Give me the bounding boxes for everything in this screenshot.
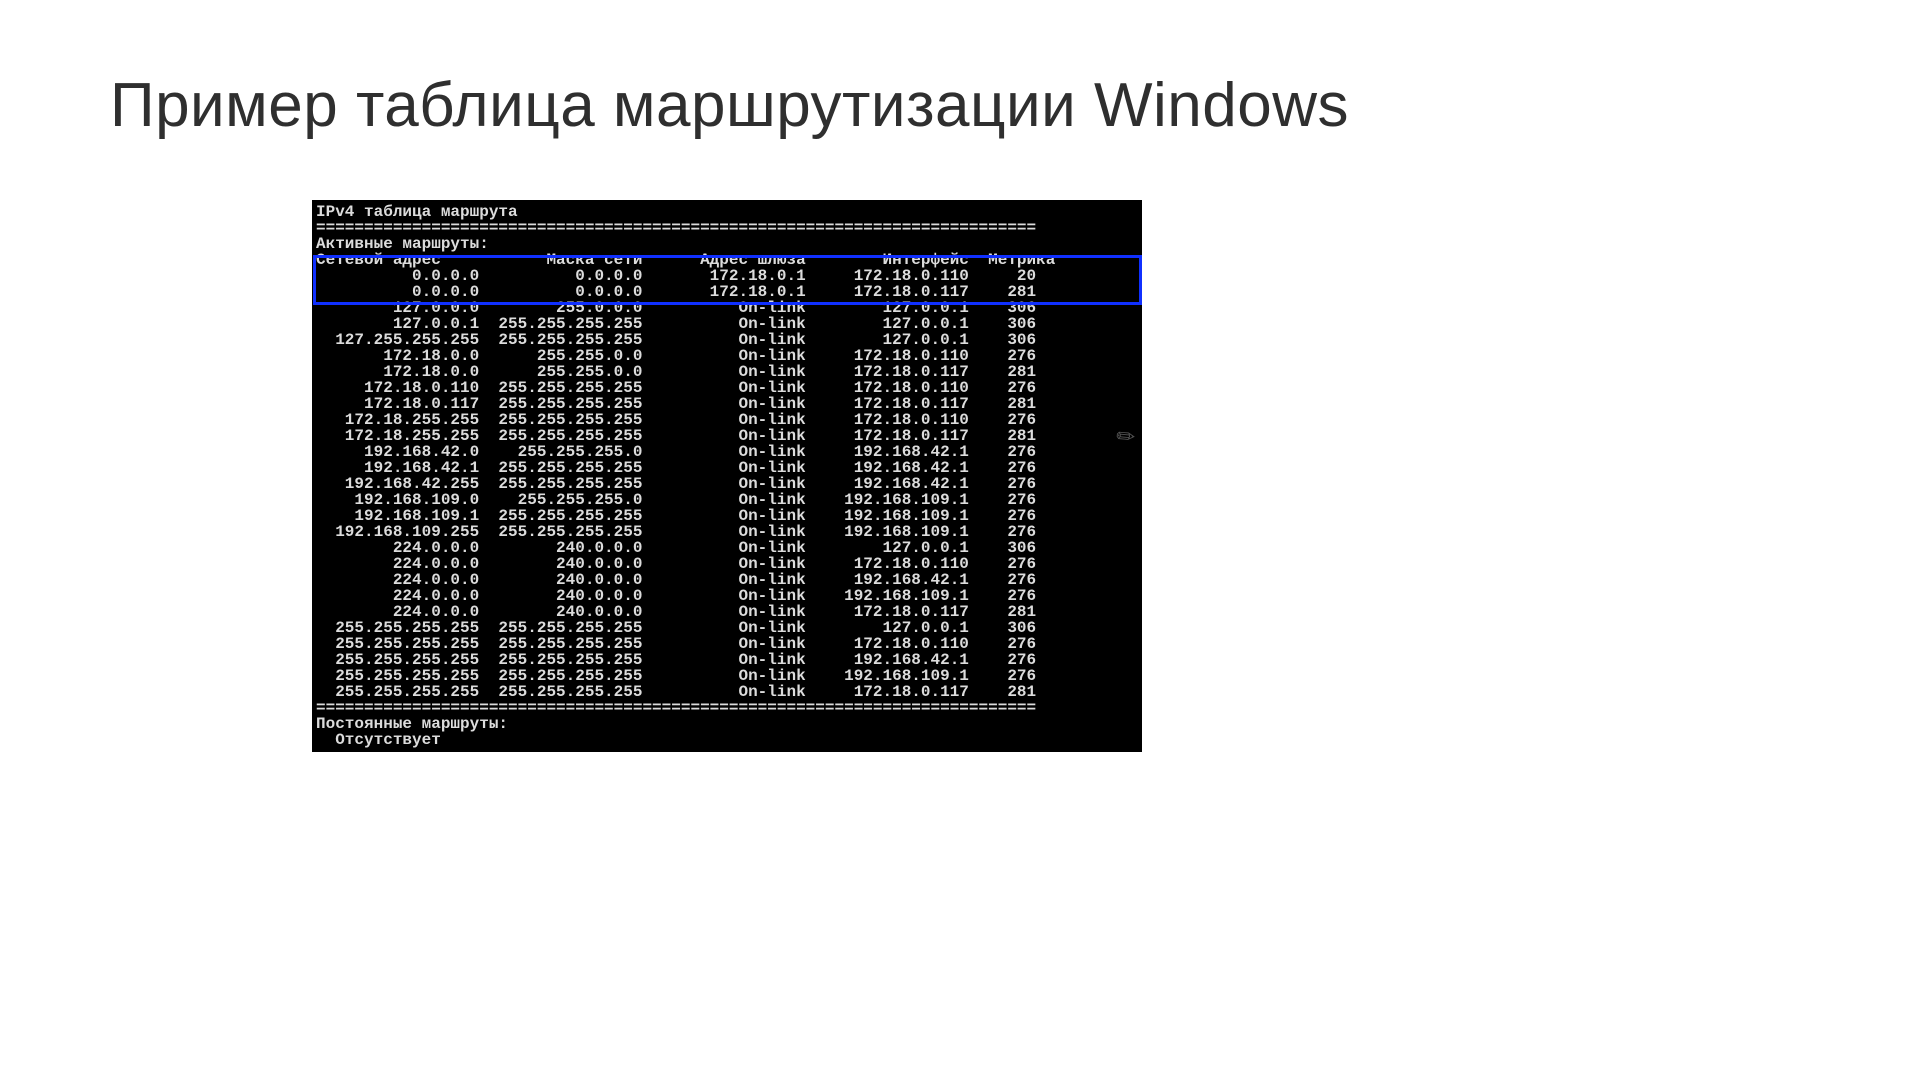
table-row: 127.255.255.255 255.255.255.255 On-link … — [316, 332, 1136, 348]
table-row: 192.168.42.1 255.255.255.255 On-link 192… — [316, 460, 1136, 476]
table-row: 224.0.0.0 240.0.0.0 On-link 127.0.0.1 30… — [316, 540, 1136, 556]
table-row: 172.18.0.110 255.255.255.255 On-link 172… — [316, 380, 1136, 396]
table-row: 0.0.0.0 0.0.0.0 172.18.0.1 172.18.0.110 … — [316, 268, 1136, 284]
table-row: 192.168.42.0 255.255.255.0 On-link 192.1… — [316, 444, 1136, 460]
table-row: 127.0.0.0 255.0.0.0 On-link 127.0.0.1 30… — [316, 300, 1136, 316]
table-row: 255.255.255.255 255.255.255.255 On-link … — [316, 668, 1136, 684]
terminal-heading: IPv4 таблица маршрута — [316, 204, 1136, 220]
separator-line: ========================================… — [316, 220, 1136, 236]
table-row: 127.0.0.1 255.255.255.255 On-link 127.0.… — [316, 316, 1136, 332]
table-row: 224.0.0.0 240.0.0.0 On-link 192.168.42.1… — [316, 572, 1136, 588]
table-row: 172.18.0.0 255.255.0.0 On-link 172.18.0.… — [316, 364, 1136, 380]
table-row: 224.0.0.0 240.0.0.0 On-link 192.168.109.… — [316, 588, 1136, 604]
table-row: 255.255.255.255 255.255.255.255 On-link … — [316, 636, 1136, 652]
persistent-routes-value: Отсутствует — [316, 732, 1136, 748]
persistent-routes-label: Постоянные маршруты: — [316, 716, 1136, 732]
table-row: 0.0.0.0 0.0.0.0 172.18.0.1 172.18.0.117 … — [316, 284, 1136, 300]
table-row: 192.168.109.1 255.255.255.255 On-link 19… — [316, 508, 1136, 524]
table-row: 255.255.255.255 255.255.255.255 On-link … — [316, 652, 1136, 668]
table-row: 224.0.0.0 240.0.0.0 On-link 172.18.0.110… — [316, 556, 1136, 572]
table-row: 192.168.109.255 255.255.255.255 On-link … — [316, 524, 1136, 540]
table-row: 192.168.42.255 255.255.255.255 On-link 1… — [316, 476, 1136, 492]
table-row: 172.18.255.255 255.255.255.255 On-link 1… — [316, 412, 1136, 428]
active-routes-label: Активные маршруты: — [316, 236, 1136, 252]
table-row: 224.0.0.0 240.0.0.0 On-link 172.18.0.117… — [316, 604, 1136, 620]
slide: Пример таблица маршрутизации Windows IPv… — [0, 0, 1920, 1080]
column-header: Сетевой адрес Маска сети Адрес шлюза Инт… — [316, 252, 1136, 268]
table-row: 255.255.255.255 255.255.255.255 On-link … — [316, 684, 1136, 700]
page-title: Пример таблица маршрутизации Windows — [110, 70, 1349, 141]
table-row: 255.255.255.255 255.255.255.255 On-link … — [316, 620, 1136, 636]
table-row: 172.18.0.117 255.255.255.255 On-link 172… — [316, 396, 1136, 412]
table-row: 172.18.0.0 255.255.0.0 On-link 172.18.0.… — [316, 348, 1136, 364]
table-row: 172.18.255.255 255.255.255.255 On-link 1… — [316, 428, 1136, 444]
table-row: 192.168.109.0 255.255.255.0 On-link 192.… — [316, 492, 1136, 508]
separator-line: ========================================… — [316, 700, 1136, 716]
terminal-window: IPv4 таблица маршрута===================… — [312, 200, 1142, 752]
